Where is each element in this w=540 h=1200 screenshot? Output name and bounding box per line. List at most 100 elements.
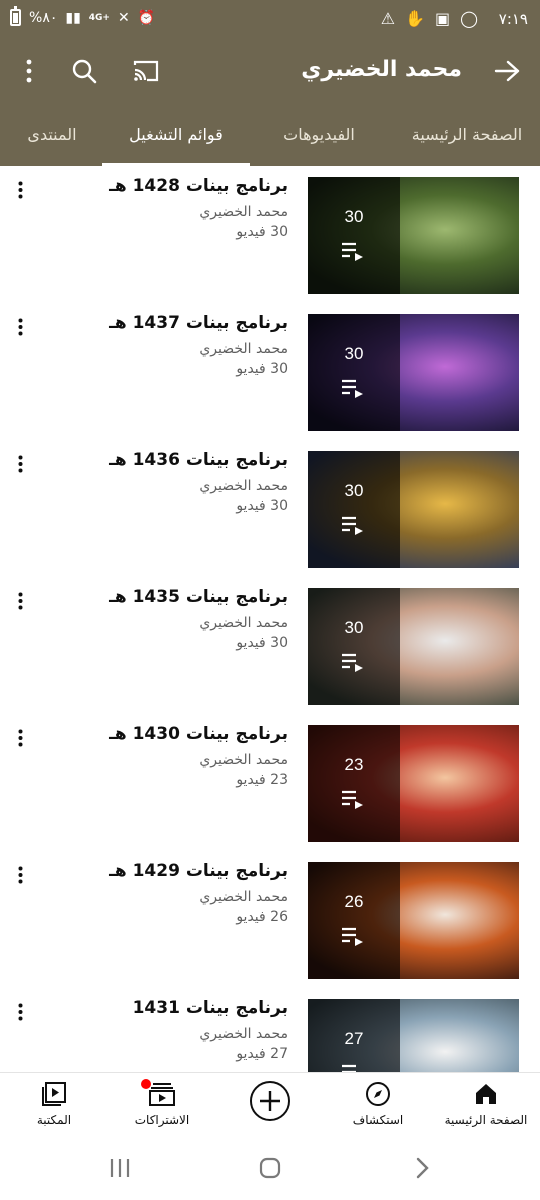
playlist-channel: محمد الخضيري <box>199 1026 288 1042</box>
status-bar: %٨٠ ▮▮ 4G+ ✕ ⏰ ⚠ ✋ ▣ ◯ ٧:١٩ <box>0 0 540 40</box>
playlist-title[interactable]: برنامج بينات 1437 هـ <box>109 313 288 333</box>
more-vert-icon[interactable] <box>10 726 30 750</box>
status-left-icons: %٨٠ ▮▮ 4G+ ✕ ⏰ <box>10 6 156 26</box>
back-chevron-icon[interactable] <box>392 1150 452 1186</box>
playlist-count-badge: 27 <box>344 1029 364 1048</box>
playlist-channel: محمد الخضيري <box>199 204 288 220</box>
more-vert-icon[interactable] <box>14 54 44 88</box>
more-vert-icon[interactable] <box>10 315 30 339</box>
playlist-thumbnail[interactable]: 27 <box>308 999 519 1072</box>
tab-videos[interactable]: الفيديوهات <box>260 102 378 166</box>
channel-tabs: الصفحة الرئيسية الفيديوهات قوائم التشغيل… <box>0 102 540 166</box>
battery-icon <box>10 6 21 26</box>
thumbnail-overlay <box>308 314 400 431</box>
back-arrow-icon[interactable] <box>490 54 524 88</box>
more-vert-icon[interactable] <box>10 178 30 202</box>
more-vert-icon[interactable] <box>10 863 30 887</box>
playlist-channel: محمد الخضيري <box>199 341 288 357</box>
playlist-channel: محمد الخضيري <box>199 752 288 768</box>
network-type: 4G+ <box>88 12 110 23</box>
playlist-thumbnail[interactable]: 23 <box>308 725 519 842</box>
playlist-thumbnail[interactable]: 26 <box>308 862 519 979</box>
nav-create[interactable] <box>216 1079 324 1135</box>
warning-icon: ⚠ <box>380 9 396 28</box>
playlist-icon <box>342 1064 356 1072</box>
tab-home[interactable]: الصفحة الرئيسية <box>394 102 540 166</box>
recents-icon[interactable] <box>90 1150 150 1186</box>
channel-title: محمد الخضيري <box>301 57 462 82</box>
status-time: ٧:١٩ <box>498 10 528 28</box>
thumbnail-overlay <box>308 177 400 294</box>
add-circle-icon <box>249 1079 291 1123</box>
more-vert-icon[interactable] <box>10 589 30 613</box>
system-navigation <box>0 1136 540 1200</box>
signal-icon: ▮▮ <box>65 9 81 26</box>
search-icon[interactable] <box>66 54 102 88</box>
thumbnail-overlay <box>308 588 400 705</box>
playlist-video-count: 30 فيديو <box>236 361 288 377</box>
playlist-video-count: 30 فيديو <box>236 224 288 240</box>
playlist-row[interactable]: برنامج بينات 1429 هـ محمد الخضيري 26 فيديو… <box>0 851 540 988</box>
playlist-title[interactable]: برنامج بينات 1435 هـ <box>109 587 288 607</box>
playlist-title[interactable]: برنامج بينات 1429 هـ <box>109 861 288 881</box>
playlist-video-count: 26 فيديو <box>236 909 288 925</box>
playlist-icon <box>342 516 363 535</box>
playlist-row[interactable]: برنامج بينات 1428 هـ محمد الخضيري 30 فيديو… <box>0 166 540 303</box>
playlist-title[interactable]: برنامج بينات 1430 هـ <box>109 724 288 744</box>
playlist-thumbnail[interactable]: 30 <box>308 588 519 705</box>
playlist-channel: محمد الخضيري <box>199 615 288 631</box>
playlist-count-badge: 30 <box>344 481 364 500</box>
playlist-row[interactable]: برنامج بينات 1431 محمد الخضيري 27 فيديو 27 <box>0 988 540 1072</box>
playlist-row[interactable]: برنامج بينات 1430 هـ محمد الخضيري 23 فيديو… <box>0 714 540 851</box>
bottom-navigation: الصفحة الرئيسية استكشاف الاشتراكات المكت… <box>0 1072 540 1136</box>
battery-percent: %٨٠ <box>29 9 58 26</box>
nav-library-label: المكتبة <box>36 1113 72 1127</box>
thumbnail-overlay <box>308 725 400 842</box>
status-right-icons: ⚠ ✋ ▣ ◯ <box>381 9 478 28</box>
playlist-title[interactable]: برنامج بينات 1431 <box>133 998 288 1018</box>
playlist-row[interactable]: برنامج بينات 1436 هـ محمد الخضيري 30 فيديو… <box>0 440 540 577</box>
playlist-list: برنامج بينات 1428 هـ محمد الخضيري 30 فيديو… <box>0 166 540 1072</box>
app-bar: محمد الخضيري <box>0 40 540 102</box>
nav-library[interactable]: المكتبة <box>0 1079 108 1135</box>
playlist-title[interactable]: برنامج بينات 1428 هـ <box>109 176 288 196</box>
cast-icon[interactable] <box>128 54 164 88</box>
mute-icon: ✕ <box>117 9 130 26</box>
playlist-row[interactable]: برنامج بينات 1435 هـ محمد الخضيري 30 فيديو… <box>0 577 540 714</box>
subscriptions-icon <box>141 1079 176 1109</box>
nav-explore-label: استكشاف <box>352 1113 404 1127</box>
library-icon <box>41 1079 67 1109</box>
playlist-row[interactable]: برنامج بينات 1437 هـ محمد الخضيري 30 فيديو… <box>0 303 540 440</box>
nav-subscriptions[interactable]: الاشتراكات <box>108 1079 216 1135</box>
tab-playlists[interactable]: قوائم التشغيل <box>102 102 250 166</box>
more-vert-icon[interactable] <box>10 452 30 476</box>
playlist-channel: محمد الخضيري <box>199 478 288 494</box>
thumbnail-overlay <box>308 862 400 979</box>
tab-community[interactable]: المنتدى <box>10 102 94 166</box>
playlist-icon <box>342 790 363 809</box>
playlist-count-badge: 30 <box>344 618 364 637</box>
playlist-thumbnail[interactable]: 30 <box>308 177 519 294</box>
thumbnail-overlay <box>308 451 400 568</box>
more-vert-icon[interactable] <box>10 1000 30 1024</box>
playlist-count-badge: 26 <box>344 892 364 911</box>
playlist-thumbnail[interactable]: 30 <box>308 451 519 568</box>
playlist-channel: محمد الخضيري <box>199 889 288 905</box>
playlist-video-count: 27 فيديو <box>236 1046 288 1062</box>
playlist-video-count: 30 فيديو <box>236 635 288 651</box>
playlist-count-badge: 23 <box>344 755 364 774</box>
nav-home-label: الصفحة الرئيسية <box>444 1113 528 1127</box>
playlist-icon <box>342 379 363 398</box>
notification-dot <box>141 1079 151 1089</box>
playlist-video-count: 23 فيديو <box>236 772 288 788</box>
playlist-thumbnail[interactable]: 30 <box>308 314 519 431</box>
home-circle-icon[interactable] <box>240 1150 300 1186</box>
playlist-icon <box>342 242 363 261</box>
playlist-title[interactable]: برنامج بينات 1436 هـ <box>109 450 288 470</box>
playlist-icon <box>342 653 363 672</box>
nav-explore[interactable]: استكشاف <box>324 1079 432 1135</box>
home-icon <box>473 1079 499 1109</box>
alarm-icon: ⏰ <box>137 9 156 26</box>
nav-home[interactable]: الصفحة الرئيسية <box>432 1079 540 1135</box>
wave-hand-icon: ✋ <box>405 9 425 28</box>
